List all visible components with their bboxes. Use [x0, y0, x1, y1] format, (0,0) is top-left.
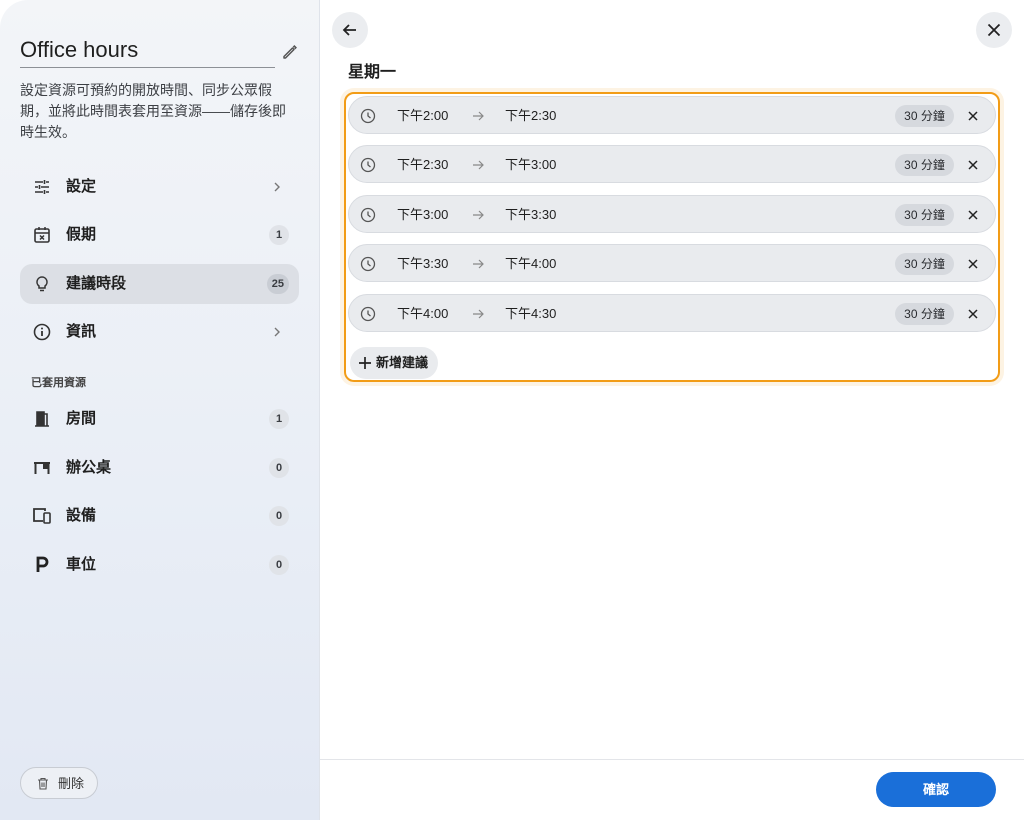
- nav-item-label: 設定: [66, 178, 97, 195]
- nav-item-suggested-slots[interactable]: 建議時段 25: [20, 264, 299, 304]
- chevron-right-icon: [274, 182, 280, 192]
- clock-icon: [360, 306, 376, 322]
- slot-end-time[interactable]: 下午2:30: [505, 97, 556, 134]
- chevron-right-icon: [274, 327, 280, 337]
- remove-slot-icon[interactable]: [966, 208, 980, 222]
- arrow-right-icon: [473, 210, 484, 220]
- sliders-icon: [35, 180, 49, 194]
- lightbulb-icon: [36, 276, 48, 292]
- count-badge: 1: [269, 409, 289, 429]
- sidebar: Office hours 設定資源可預約的開放時間、同步公眾假期，並將此時間表套…: [0, 0, 320, 820]
- time-slot-row[interactable]: 下午3:00 下午3:30 30 分鐘: [348, 195, 996, 233]
- time-slot-row[interactable]: 下午3:30 下午4:00 30 分鐘: [348, 244, 996, 282]
- close-button[interactable]: [976, 12, 1012, 48]
- slot-end-time[interactable]: 下午3:30: [505, 196, 556, 233]
- confirm-button[interactable]: 確認: [876, 772, 996, 807]
- info-icon: [33, 323, 51, 341]
- trash-icon: [38, 777, 48, 790]
- slot-start-time[interactable]: 下午4:00: [397, 295, 448, 332]
- slot-end-time[interactable]: 下午4:00: [505, 245, 556, 282]
- resource-label: 車位: [66, 556, 97, 573]
- remove-slot-icon[interactable]: [966, 109, 980, 123]
- plus-icon: [359, 357, 371, 369]
- pencil-icon[interactable]: [280, 42, 300, 62]
- suggested-slots-group: [344, 92, 1000, 382]
- nav-item-label: 資訊: [66, 323, 97, 340]
- clock-icon: [360, 256, 376, 272]
- duration-badge: 30 分鐘: [895, 303, 954, 325]
- parking-icon: [36, 556, 49, 572]
- count-badge: 25: [266, 274, 289, 294]
- clock-icon: [360, 108, 376, 124]
- arrow-right-icon: [473, 160, 484, 170]
- nav-item-info[interactable]: 資訊: [20, 312, 299, 352]
- duration-badge: 30 分鐘: [895, 204, 954, 226]
- slot-start-time[interactable]: 下午3:30: [397, 245, 448, 282]
- time-slot-row[interactable]: 下午4:00 下午4:30 30 分鐘: [348, 294, 996, 332]
- duration-badge: 30 分鐘: [895, 154, 954, 176]
- resource-item-rooms[interactable]: 房間 1: [20, 399, 299, 439]
- devices-icon: [33, 508, 51, 524]
- duration-badge: 30 分鐘: [895, 253, 954, 275]
- nav-item-label: 假期: [66, 226, 97, 243]
- slot-start-time[interactable]: 下午3:00: [397, 196, 448, 233]
- slot-end-time[interactable]: 下午4:30: [505, 295, 556, 332]
- resource-item-equipment[interactable]: 設備 0: [20, 496, 299, 536]
- section-label: 已套用資源: [31, 377, 86, 389]
- title-row: Office hours: [20, 36, 300, 68]
- count-badge: 0: [269, 555, 289, 575]
- duration-badge: 30 分鐘: [895, 105, 954, 127]
- delete-button[interactable]: 刪除: [20, 767, 98, 799]
- time-slot-row[interactable]: 下午2:00 下午2:30 30 分鐘: [348, 96, 996, 134]
- close-icon: [987, 23, 1001, 37]
- arrow-right-icon: [473, 309, 484, 319]
- time-slot-row[interactable]: 下午2:30 下午3:00 30 分鐘: [348, 145, 996, 183]
- clock-icon: [360, 157, 376, 173]
- remove-slot-icon[interactable]: [966, 257, 980, 271]
- arrow-right-icon: [473, 111, 484, 121]
- add-suggestion-button[interactable]: 新增建議: [350, 347, 438, 379]
- slot-start-time[interactable]: 下午2:00: [397, 97, 448, 134]
- desk-icon: [34, 462, 50, 474]
- resource-item-parking[interactable]: 車位 0: [20, 545, 299, 585]
- day-title: 星期一: [348, 64, 397, 81]
- slot-start-time[interactable]: 下午2:30: [397, 146, 448, 183]
- nav-item-holidays[interactable]: 假期 1: [20, 215, 299, 255]
- slot-end-time[interactable]: 下午3:00: [505, 146, 556, 183]
- description: 設定資源可預約的開放時間、同步公眾假期，並將此時間表套用至資源——儲存後即時生效…: [20, 82, 286, 140]
- page-title[interactable]: Office hours: [20, 36, 275, 68]
- resource-label: 房間: [66, 410, 97, 427]
- resource-label: 辦公桌: [66, 459, 112, 476]
- count-badge: 0: [269, 506, 289, 526]
- door-icon: [35, 411, 49, 427]
- delete-label: 刪除: [58, 776, 85, 791]
- calendar-x-icon: [34, 227, 50, 243]
- nav-item-label: 建議時段: [66, 275, 127, 292]
- footer-divider: [320, 759, 1024, 760]
- remove-slot-icon[interactable]: [966, 307, 980, 321]
- clock-icon: [360, 207, 376, 223]
- add-suggestion-label: 新增建議: [376, 355, 429, 370]
- arrow-right-icon: [473, 259, 484, 269]
- nav-item-settings[interactable]: 設定: [20, 167, 299, 207]
- back-button[interactable]: [332, 12, 368, 48]
- remove-slot-icon[interactable]: [966, 158, 980, 172]
- count-badge: 1: [269, 225, 289, 245]
- arrow-left-icon: [342, 24, 356, 36]
- count-badge: 0: [269, 458, 289, 478]
- resource-item-desks[interactable]: 辦公桌 0: [20, 448, 299, 488]
- resource-label: 設備: [66, 507, 97, 524]
